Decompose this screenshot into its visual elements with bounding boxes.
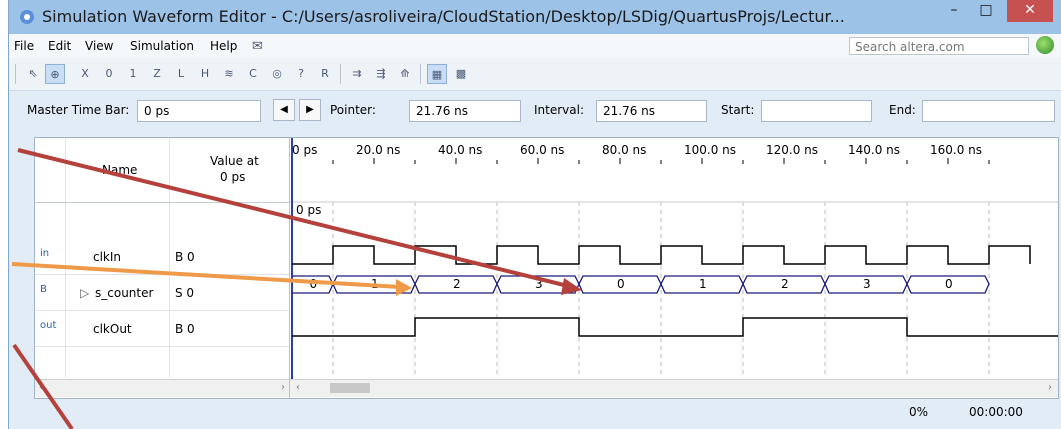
- globe-icon[interactable]: [1036, 36, 1054, 54]
- forcing-high-icon[interactable]: 1: [123, 64, 143, 84]
- menu-view[interactable]: View: [85, 39, 113, 53]
- dont-care-icon[interactable]: ≋: [219, 64, 239, 84]
- waveform-scrollbar[interactable]: ‹ ›: [290, 379, 1058, 397]
- time-tick-label: 20.0 ns: [356, 143, 400, 157]
- time-bar-row: Master Time Bar: 0 ps ◀ ▶ Pointer: 21.76…: [9, 96, 1061, 132]
- time-tick-label: 80.0 ns: [602, 143, 646, 157]
- menu-help[interactable]: Help: [210, 39, 237, 53]
- close-button[interactable]: ✕: [1007, 0, 1053, 22]
- menu-simulation[interactable]: Simulation: [130, 39, 194, 53]
- signal-name: clkOut: [93, 322, 132, 336]
- menu-edit[interactable]: Edit: [48, 39, 71, 53]
- zoom-tool-icon[interactable]: ⊕: [45, 64, 65, 84]
- previous-transition-button[interactable]: ◀: [273, 99, 295, 121]
- signal-name: s_counter: [95, 286, 154, 300]
- end-field: [922, 100, 1055, 122]
- waveforms: 0 1 2 3 0 1 2 3 0: [292, 245, 1058, 337]
- scrollbar-thumb[interactable]: [330, 383, 370, 393]
- waveform-canvas[interactable]: 0 ps 20.0 ns 40.0 ns 60.0 ns 80.0 ns 100.0 ns…: [290, 138, 1058, 379]
- bus-value-label: 1: [371, 277, 379, 291]
- forcing-low-icon[interactable]: 0: [99, 64, 119, 84]
- toolbar-separator: [340, 64, 341, 84]
- waveform-panel: Name Value at 0 ps in clkIn B 0 B ▷ s_co…: [34, 137, 1059, 399]
- progress-text: 0%: [909, 405, 929, 419]
- feedback-icon[interactable]: ✉: [252, 39, 263, 54]
- invert-icon[interactable]: ◎: [267, 64, 287, 84]
- menu-file[interactable]: File: [14, 39, 34, 53]
- weak-low-icon[interactable]: L: [171, 64, 191, 84]
- bus-value-label: 0: [310, 277, 318, 291]
- signal-value: B 0: [175, 250, 195, 264]
- interval-field: 21.76 ns: [596, 100, 707, 122]
- master-time-bar-label: Master Time Bar:: [27, 103, 130, 117]
- signal-list-scrollbar[interactable]: ‹ ›: [35, 379, 289, 397]
- next-transition-button[interactable]: ▶: [299, 99, 321, 121]
- weak-high-icon[interactable]: H: [195, 64, 215, 84]
- value-column-header-time: 0 ps: [220, 170, 246, 184]
- netlist-icon[interactable]: ⟰: [395, 64, 415, 84]
- title-bar: Simulation Waveform Editor - C:/Users/as…: [9, 0, 1061, 34]
- bus-value-label: 0: [617, 277, 625, 291]
- toolbar-separator: [420, 64, 421, 84]
- signal-name: clkIn: [93, 250, 122, 264]
- output-pin-icon: out: [40, 320, 57, 331]
- bus-value-label: 1: [699, 277, 707, 291]
- name-column-header[interactable]: Name: [102, 163, 137, 177]
- forcing-unknown-icon[interactable]: X: [75, 64, 95, 84]
- minimize-button[interactable]: –: [939, 0, 969, 22]
- bus-value-label: 0: [945, 277, 953, 291]
- waveform-clkin[interactable]: [292, 245, 1031, 265]
- timing-sim-icon[interactable]: ⇶: [371, 64, 391, 84]
- interval-label: Interval:: [534, 103, 584, 117]
- signal-value: B 0: [175, 322, 195, 336]
- pointer-field: 21.76 ns: [409, 100, 521, 122]
- time-tick-label: 60.0 ns: [520, 143, 564, 157]
- bus-value-label: 2: [453, 277, 461, 291]
- count-value-icon[interactable]: C: [243, 64, 263, 84]
- pointer-label: Pointer:: [330, 103, 376, 117]
- app-icon: [20, 10, 34, 24]
- simulation-window: Simulation Waveform Editor - C:/Users/as…: [8, 0, 1061, 429]
- random-value-icon[interactable]: R: [315, 64, 335, 84]
- time-tick-label: 140.0 ns: [848, 143, 900, 157]
- signal-row-s-counter[interactable]: B ▷ s_counter S 0: [35, 275, 289, 311]
- status-bar: 0% 00:00:00: [34, 397, 1057, 423]
- time-tick-label: 40.0 ns: [438, 143, 482, 157]
- signal-row-clkout[interactable]: out clkOut B 0: [35, 311, 289, 347]
- input-pin-icon: in: [40, 248, 50, 259]
- search-input[interactable]: Search altera.com: [849, 37, 1029, 55]
- toolbar: ⇖ ⊕ X 0 1 Z L H ≋ C ◎ ? R ⇉ ⇶ ⟰ ▦ ▩: [9, 58, 1061, 91]
- end-label: End:: [889, 103, 916, 117]
- value-column-header[interactable]: Value at: [210, 154, 259, 168]
- cursor-label: 0 ps: [296, 203, 321, 217]
- expand-icon[interactable]: ▷: [80, 286, 89, 300]
- time-tick-label: 100.0 ns: [684, 143, 736, 157]
- waveform-clkout[interactable]: [292, 317, 1058, 337]
- signal-list-header: Name Value at 0 ps: [35, 138, 289, 203]
- window-title: Simulation Waveform Editor - C:/Users/as…: [42, 7, 845, 26]
- signal-row-clkin[interactable]: in clkIn B 0: [35, 239, 289, 275]
- master-time-bar-field[interactable]: 0 ps: [137, 100, 261, 122]
- grid-settings-icon[interactable]: ▩: [451, 64, 471, 84]
- snap-grid-icon[interactable]: ▦: [427, 64, 447, 84]
- functional-sim-icon[interactable]: ⇉: [347, 64, 367, 84]
- signal-list: Name Value at 0 ps in clkIn B 0 B ▷ s_co…: [35, 138, 290, 398]
- bus-pin-icon: B: [40, 284, 47, 295]
- toolbar-grip: [15, 64, 16, 84]
- bus-value-label: 3: [535, 277, 543, 291]
- selection-tool-icon[interactable]: ⇖: [23, 64, 43, 84]
- start-field: [761, 100, 872, 122]
- forcing-z-icon[interactable]: Z: [147, 64, 167, 84]
- elapsed-time: 00:00:00: [969, 405, 1023, 419]
- signal-value: S 0: [175, 286, 195, 300]
- bus-value-label: 2: [781, 277, 789, 291]
- arbitrary-value-icon[interactable]: ?: [291, 64, 311, 84]
- maximize-button[interactable]: □: [971, 0, 1001, 22]
- time-ruler: 0 ps 20.0 ns 40.0 ns 60.0 ns 80.0 ns 100.0 ns…: [290, 143, 1058, 378]
- time-tick-label: 120.0 ns: [766, 143, 818, 157]
- bus-value-label: 3: [863, 277, 871, 291]
- time-tick-label: 0 ps: [292, 143, 317, 157]
- start-label: Start:: [721, 103, 755, 117]
- time-tick-label: 160.0 ns: [930, 143, 982, 157]
